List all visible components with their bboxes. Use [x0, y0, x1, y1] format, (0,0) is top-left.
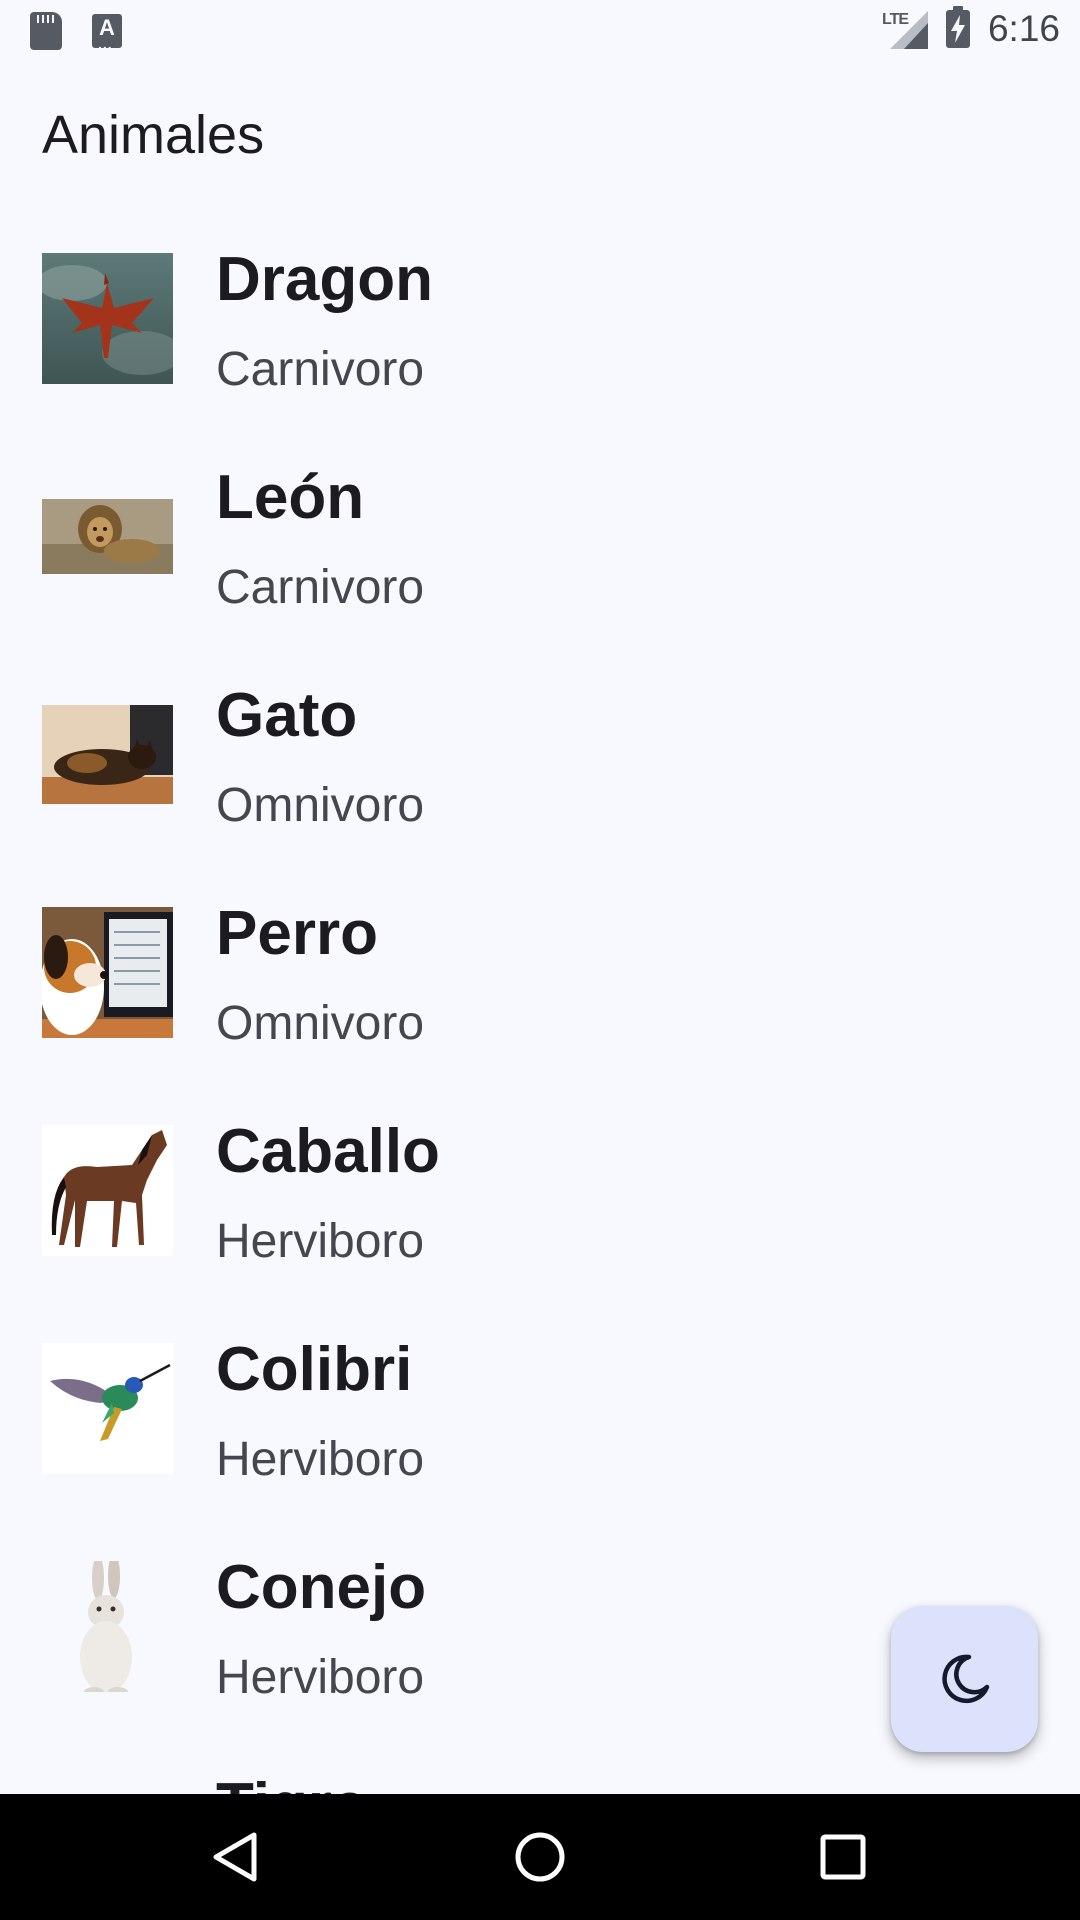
network-type-label: LTE: [881, 11, 909, 28]
animal-name: Colibri: [216, 1335, 413, 1404]
animal-diet: Omnivoro: [216, 779, 425, 832]
sd-card-icon: [30, 12, 62, 50]
rabbit-image: [42, 1561, 173, 1692]
cat-image: [42, 689, 173, 820]
animal-diet: Herviboro: [216, 1433, 425, 1486]
lion-image: [42, 471, 173, 602]
animal-name: Gato: [216, 681, 358, 750]
animal-diet: Omnivoro: [216, 997, 425, 1050]
animal-diet: Herviboro: [216, 1215, 425, 1268]
animal-name: Dragon: [216, 245, 433, 314]
list-item[interactable]: Colibri Herviboro: [0, 1326, 1080, 1544]
status-bar: A LTE 6:16: [0, 0, 1080, 63]
list-item[interactable]: Caballo Herviboro: [0, 1108, 1080, 1326]
system-navigation-bar: [0, 1794, 1080, 1920]
dog-image: [42, 907, 173, 1038]
animal-name: Conejo: [216, 1553, 427, 1622]
animal-name: León: [216, 463, 365, 532]
status-time: 6:16: [987, 8, 1060, 49]
home-circle-icon: [515, 1832, 565, 1882]
animal-diet: Carnivoro: [216, 561, 425, 614]
animal-name: Perro: [216, 899, 378, 968]
theme-toggle-button[interactable]: [891, 1606, 1038, 1752]
list-item[interactable]: Tigre: [0, 1762, 1080, 1794]
horse-image: [42, 1125, 173, 1256]
recents-square-icon: [820, 1834, 866, 1880]
back-button[interactable]: [200, 1824, 270, 1890]
moon-icon: [941, 1654, 989, 1704]
recents-button[interactable]: [808, 1824, 878, 1890]
app-screen: A LTE 6:16 Animales: [0, 0, 1080, 1920]
home-button[interactable]: [505, 1824, 575, 1890]
text-input-notification-icon: A: [92, 14, 122, 51]
list-item[interactable]: Dragon Carnivoro: [0, 236, 1080, 454]
back-triangle-icon: [213, 1832, 257, 1882]
tiger-image: [42, 1779, 173, 1794]
list-item[interactable]: Perro Omnivoro: [0, 890, 1080, 1108]
animal-name: Caballo: [216, 1117, 440, 1186]
page-title: Animales: [42, 105, 265, 165]
animal-diet: Carnivoro: [216, 343, 425, 396]
hummingbird-image: [42, 1343, 173, 1474]
animal-list[interactable]: Dragon Carnivoro León Carnivoro Gato Omn…: [0, 236, 1080, 1794]
list-item[interactable]: Gato Omnivoro: [0, 672, 1080, 890]
list-item[interactable]: León Carnivoro: [0, 454, 1080, 672]
battery-charging-icon: [945, 6, 970, 48]
animal-diet: Herviboro: [216, 1651, 425, 1704]
animal-name: Tigre: [216, 1770, 366, 1794]
lte-signal-icon: LTE: [882, 9, 928, 49]
dragon-image: [42, 253, 173, 384]
